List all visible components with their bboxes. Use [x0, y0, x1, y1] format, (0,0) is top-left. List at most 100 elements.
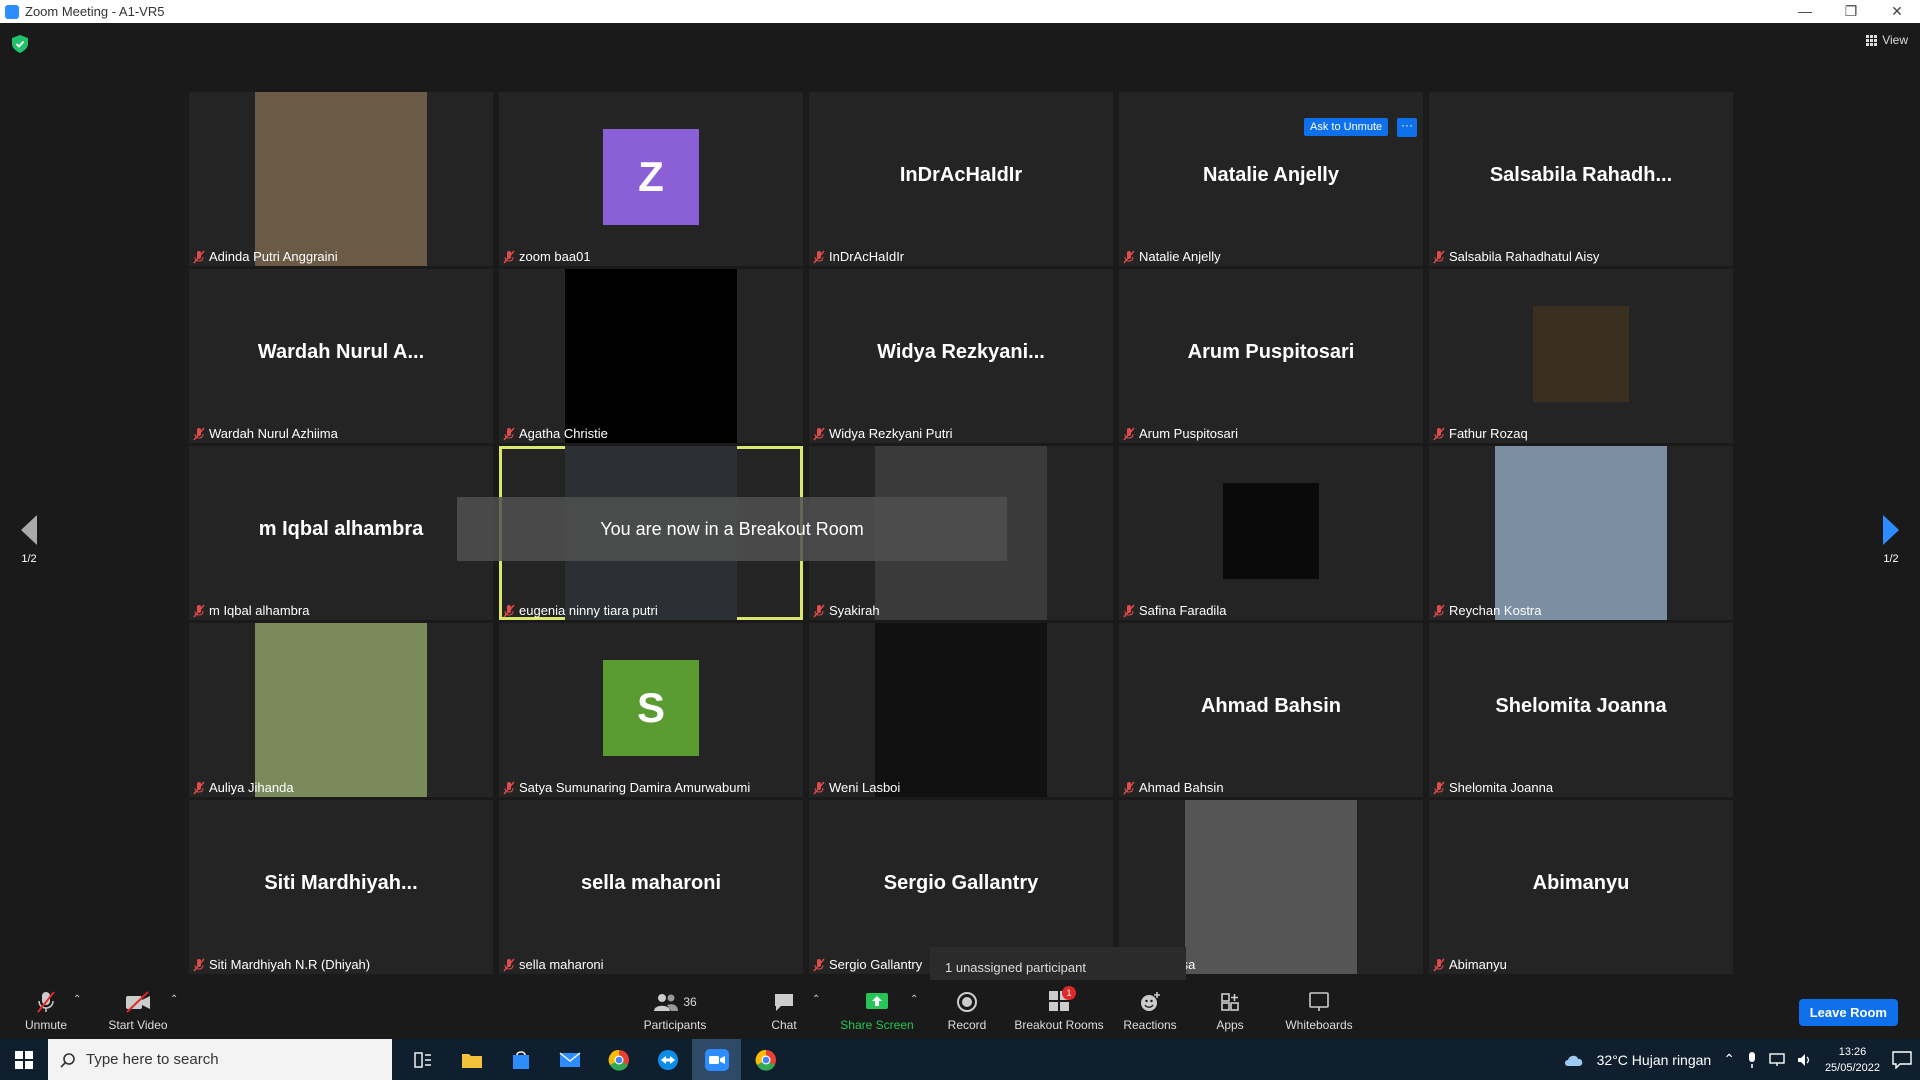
- participant-tile[interactable]: S Satya Sumunaring Damira Amurwabumi: [499, 623, 803, 797]
- participant-tile[interactable]: m Iqbal alhambra m Iqbal alhambra: [189, 446, 493, 620]
- close-button[interactable]: ✕: [1874, 3, 1920, 20]
- breakout-rooms-label: Breakout Rooms: [1014, 1018, 1104, 1032]
- participant-video: [1533, 306, 1629, 402]
- participant-tile[interactable]: Adinda Putri Anggraini: [189, 92, 493, 266]
- share-options-caret[interactable]: ⌃: [910, 994, 918, 1005]
- page-indicator-right: 1/2: [1883, 553, 1899, 565]
- mic-muted-icon: [1433, 604, 1445, 617]
- participant-tile[interactable]: Abimanyu Abimanyu: [1429, 800, 1733, 974]
- whiteboards-button[interactable]: Whiteboards: [1284, 990, 1354, 1032]
- more-options-button[interactable]: ···: [1397, 118, 1417, 137]
- participant-name: Syakirah: [829, 603, 880, 618]
- next-page-button[interactable]: 1/2: [1871, 515, 1911, 565]
- network-icon[interactable]: [1769, 1052, 1785, 1067]
- zoom-app-icon: [5, 4, 19, 19]
- participant-tile[interactable]: Widya Rezkyani... Widya Rezkyani Putri: [809, 269, 1113, 443]
- participant-tile[interactable]: Safina Faradila: [1119, 446, 1423, 620]
- participants-label: Participants: [643, 1018, 707, 1032]
- mic-off-icon: [37, 991, 55, 1013]
- participant-tile[interactable]: Agatha Christie: [499, 269, 803, 443]
- participant-tile[interactable]: Arum Puspitosari Arum Puspitosari: [1119, 269, 1423, 443]
- taskbar-clock[interactable]: 13:26 25/05/2022: [1825, 1044, 1880, 1076]
- record-label: Record: [947, 1018, 987, 1032]
- video-off-icon: [126, 991, 150, 1013]
- participant-tile[interactable]: Fathur Rozaq: [1429, 269, 1733, 443]
- weather-icon: [1564, 1055, 1582, 1066]
- breakout-rooms-button[interactable]: 1 Breakout Rooms: [1012, 985, 1106, 1032]
- task-view-button[interactable]: [398, 1039, 447, 1080]
- participant-display-name: InDrAcHaIdIr: [899, 164, 1023, 186]
- reactions-label: Reactions: [1123, 1018, 1177, 1032]
- participant-tile[interactable]: sella maharoni sella maharoni: [499, 800, 803, 974]
- participant-tile[interactable]: Reychan Kostra: [1429, 446, 1733, 620]
- participant-tile[interactable]: Zzoom baa01: [499, 92, 803, 266]
- reactions-button[interactable]: Reactions: [1122, 990, 1178, 1032]
- participant-tile[interactable]: Weni Lasboi: [809, 623, 1113, 797]
- participant-video: [1495, 446, 1667, 620]
- mail-button[interactable]: [545, 1039, 594, 1080]
- mic-muted-icon: [1433, 427, 1445, 440]
- chat-button[interactable]: Chat: [764, 990, 804, 1032]
- volume-icon[interactable]: [1797, 1053, 1813, 1067]
- video-options-caret[interactable]: ⌃: [170, 994, 178, 1005]
- mic-muted-icon: [503, 958, 515, 971]
- chat-label: Chat: [771, 1018, 797, 1032]
- participant-name-label: Natalie Anjelly: [1123, 249, 1221, 264]
- teamviewer-button[interactable]: [643, 1039, 692, 1080]
- participant-name: Wardah Nurul Azhiima: [209, 426, 338, 441]
- participant-display-name: Sergio Gallantry: [883, 872, 1039, 894]
- chat-options-caret[interactable]: ⌃: [812, 994, 820, 1005]
- participant-name-label: zoom baa01: [503, 249, 591, 264]
- participant-name: Sergio Gallantry: [829, 957, 923, 972]
- participant-avatar: S: [603, 660, 699, 756]
- participant-tile[interactable]: Ahmad Bahsin Ahmad Bahsin: [1119, 623, 1423, 797]
- ask-to-unmute-button[interactable]: Ask to Unmute: [1304, 118, 1389, 136]
- share-screen-icon: [866, 993, 888, 1009]
- participant-tile[interactable]: Shelomita Joanna Shelomita Joanna: [1429, 623, 1733, 797]
- restore-button[interactable]: ❐: [1828, 3, 1874, 20]
- participant-name: Weni Lasboi: [829, 780, 901, 795]
- mic-muted-icon: [193, 427, 205, 440]
- participant-name: sella maharoni: [519, 957, 604, 972]
- minimize-button[interactable]: —: [1782, 3, 1828, 20]
- participant-name: Abimanyu: [1449, 957, 1507, 972]
- file-explorer-button[interactable]: [447, 1039, 496, 1080]
- participant-name-label: Safina Faradila: [1123, 603, 1226, 618]
- record-button[interactable]: Record: [946, 990, 988, 1032]
- participants-button[interactable]: 36 Participants: [640, 990, 710, 1032]
- tray-chevron-icon[interactable]: ⌃: [1723, 1051, 1735, 1068]
- participant-display-name: Shelomita Joanna: [1495, 695, 1667, 717]
- microphone-tray-icon[interactable]: [1747, 1051, 1757, 1068]
- participant-tile[interactable]: InDrAcHaIdIr InDrAcHaIdIr: [809, 92, 1113, 266]
- zoom-taskbar-button[interactable]: [692, 1039, 741, 1080]
- store-button[interactable]: [496, 1039, 545, 1080]
- audio-options-caret[interactable]: ⌃: [73, 994, 81, 1005]
- security-shield-icon[interactable]: [12, 35, 28, 53]
- share-screen-button[interactable]: Share Screen: [840, 990, 914, 1032]
- chrome-button[interactable]: [594, 1039, 643, 1080]
- view-button[interactable]: View: [1866, 33, 1908, 47]
- participant-tile[interactable]: Siti Mardhiyah... Siti Mardhiyah N.R (Dhi…: [189, 800, 493, 974]
- prev-page-button[interactable]: 1/2: [9, 515, 49, 565]
- start-video-button[interactable]: Start Video: [106, 990, 170, 1032]
- participant-tile[interactable]: Auliya Jihanda: [189, 623, 493, 797]
- leave-room-button[interactable]: Leave Room: [1798, 999, 1898, 1026]
- mic-muted-icon: [193, 781, 205, 794]
- participant-name: zoom baa01: [519, 249, 591, 264]
- notification-icon[interactable]: [1892, 1050, 1912, 1069]
- participant-display-name: Widya Rezkyani...: [877, 341, 1045, 363]
- participant-tile[interactable]: Salsabila Rahadh... Salsabila Rahadhatul …: [1429, 92, 1733, 266]
- clock-time: 13:26: [1838, 1045, 1867, 1058]
- participant-name: Agatha Christie: [519, 426, 608, 441]
- windows-taskbar: Type here to search 32°C Hujan ringan ⌃ …: [0, 1039, 1920, 1080]
- mic-muted-icon: [1433, 781, 1445, 794]
- chrome-profile-button[interactable]: [741, 1039, 790, 1080]
- participant-name-label: Wardah Nurul Azhiima: [193, 426, 338, 441]
- taskbar-search[interactable]: Type here to search: [48, 1039, 392, 1080]
- unmute-button[interactable]: Unmute: [20, 990, 72, 1032]
- apps-label: Apps: [1216, 1018, 1244, 1032]
- weather-text[interactable]: 32°C Hujan ringan: [1597, 1052, 1712, 1068]
- apps-button[interactable]: Apps: [1212, 990, 1248, 1032]
- start-button[interactable]: [0, 1039, 48, 1080]
- participant-tile[interactable]: Wardah Nurul A... Wardah Nurul Azhiima: [189, 269, 493, 443]
